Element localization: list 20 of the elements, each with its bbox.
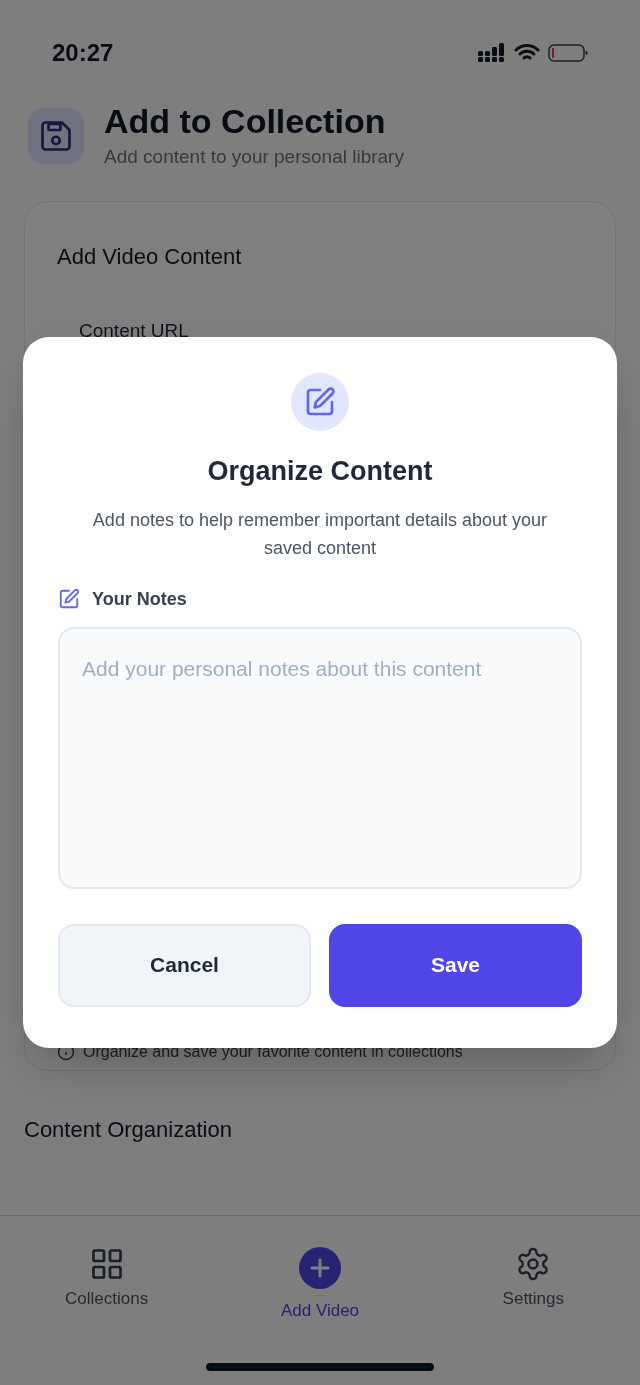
tab-bar-item[interactable]: Collections [31,1246,182,1312]
battery-icon [548,43,588,63]
notes-field[interactable]: Add your personal notes about this content [58,626,582,889]
edit-icon [58,588,80,610]
edit-icon [304,386,336,418]
notes-label: Your Notes [92,587,187,611]
plus-icon [298,1246,342,1290]
page-title: Add to Collection [104,101,387,142]
signal-icon [478,43,506,63]
status-time: 20:27 [52,38,114,68]
dialog-description: Add notes to help remember important details about your saved content [91,508,549,560]
tab-bar-item[interactable]: Add Video [245,1246,395,1324]
tab-bar-item[interactable]: Settings [458,1246,609,1312]
section-title: Content Organization [23,1116,233,1144]
cancel-button[interactable]: Cancel [58,923,311,1007]
save-button[interactable]: Save [329,923,582,1007]
field-label: Content URL [79,319,190,343]
card-title: Add Video Content [57,243,243,271]
dialog-title: Organize Content [207,455,433,488]
page-subtitle: Add content to your personal library [104,144,404,169]
